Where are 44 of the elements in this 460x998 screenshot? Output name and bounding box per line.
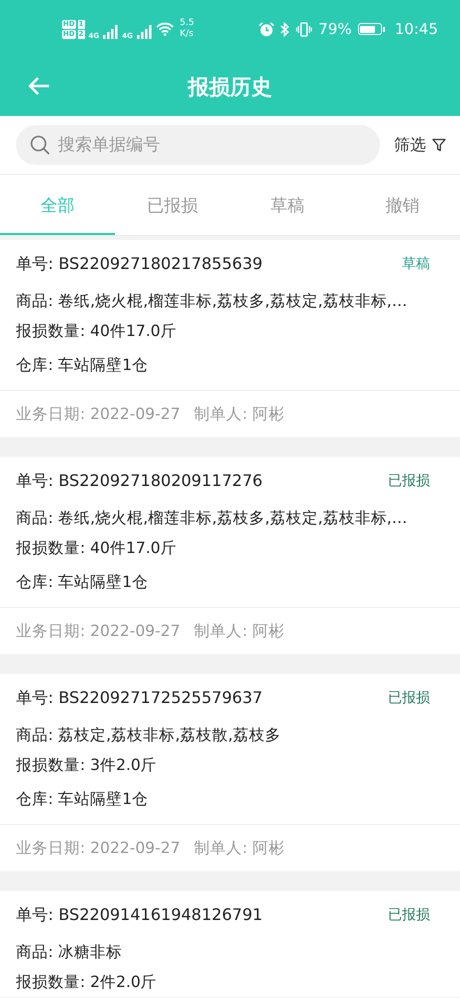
page-title: 报损历史 xyxy=(188,74,272,101)
goods-text: 商品: 冰糖非标 xyxy=(16,942,122,962)
goods-text: 商品: 卷纸,烧火棍,榴莲非标,荔枝多,荔枝定,荔枝非标,… xyxy=(16,290,408,312)
status-label: 已报损 xyxy=(388,689,430,707)
record-card[interactable]: 单号: BS220914161948126791 已报损 商品: 冰糖非标 报损数量: 2件2.0斤 xyxy=(0,891,460,997)
quantity-text: 报损数量: 2件2.0斤 xyxy=(16,972,157,992)
creator-text: 制单人: 阿彬 xyxy=(194,620,284,642)
alarm-icon xyxy=(259,22,274,36)
status-label: 已报损 xyxy=(388,906,430,924)
signal-icon xyxy=(103,25,118,39)
record-card[interactable]: 单号: BS220927180217855639 草稿 商品: 卷纸,烧火棍,榴莲非标,荔枝多,荔枝定,荔枝非标,… 报损数量: 40件17.0斤 仓库: 车站隔壁1仓 业务日期: 2022-09-27 制单人: 阿彬 xyxy=(0,240,460,437)
creator-text: 制单人: 阿彬 xyxy=(194,404,284,424)
order-number: 单号: BS220927180217855639 xyxy=(16,254,263,274)
business-date: 业务日期: 2022-09-27 xyxy=(16,620,180,642)
warehouse-text: 仓库: 车站隔壁1仓 xyxy=(16,788,148,810)
filter-icon xyxy=(432,138,446,152)
signal-icon xyxy=(136,25,152,39)
clock-time: 10:45 xyxy=(394,20,438,38)
order-number: 单号: BS220927172525579637 xyxy=(16,688,263,708)
status-label: 已报损 xyxy=(388,472,430,490)
goods-text: 商品: 卷纸,烧火棍,榴莲非标,荔枝多,荔枝定,荔枝非标,… xyxy=(16,508,408,528)
quantity-text: 报损数量: 40件17.0斤 xyxy=(16,538,176,558)
goods-text: 商品: 荔枝定,荔枝非标,荔枝散,荔枝多 xyxy=(16,724,281,746)
filter-button[interactable]: 筛选 xyxy=(394,134,446,156)
order-number: 单号: BS220927180209117276 xyxy=(16,470,263,492)
record-card[interactable]: 单号: BS220927180209117276 已报损 商品: 卷纸,烧火棍,榴莲非标,荔枝多,荔枝定,荔枝非标,… 报损数量: 40件17.0斤 仓库: 车站隔壁1仓 业务日期: 2022-09-27 制单人: 阿彬 xyxy=(0,457,460,654)
vibrate-icon xyxy=(296,22,312,36)
network-speed: 5.5 xyxy=(180,18,194,29)
warehouse-text: 仓库: 车站隔壁1仓 xyxy=(16,572,148,592)
bluetooth-icon xyxy=(280,22,290,36)
creator-text: 制单人: 阿彬 xyxy=(194,838,284,858)
quantity-text: 报损数量: 3件2.0斤 xyxy=(16,754,157,776)
speed-unit: K/s xyxy=(180,29,194,40)
battery-icon xyxy=(358,23,385,35)
quantity-text: 报损数量: 40件17.0斤 xyxy=(16,320,176,342)
record-card[interactable]: 单号: BS220927172525579637 已报损 商品: 荔枝定,荔枝非标,荔枝散,荔枝多 报损数量: 3件2.0斤 仓库: 车站隔壁1仓 业务日期: 2022-09-27 制单人: 阿彬 xyxy=(0,674,460,871)
business-date: 业务日期: 2022-09-27 xyxy=(16,404,180,424)
search-field[interactable]: 搜索单据编号 xyxy=(16,125,380,165)
business-date: 业务日期: 2022-09-27 xyxy=(16,838,180,858)
battery-percent: 79% xyxy=(318,20,352,38)
status-label: 草稿 xyxy=(402,255,430,273)
order-number: 单号: BS220914161948126791 xyxy=(16,904,263,926)
warehouse-text: 仓库: 车站隔壁1仓 xyxy=(16,354,148,376)
wifi-icon xyxy=(156,22,174,36)
